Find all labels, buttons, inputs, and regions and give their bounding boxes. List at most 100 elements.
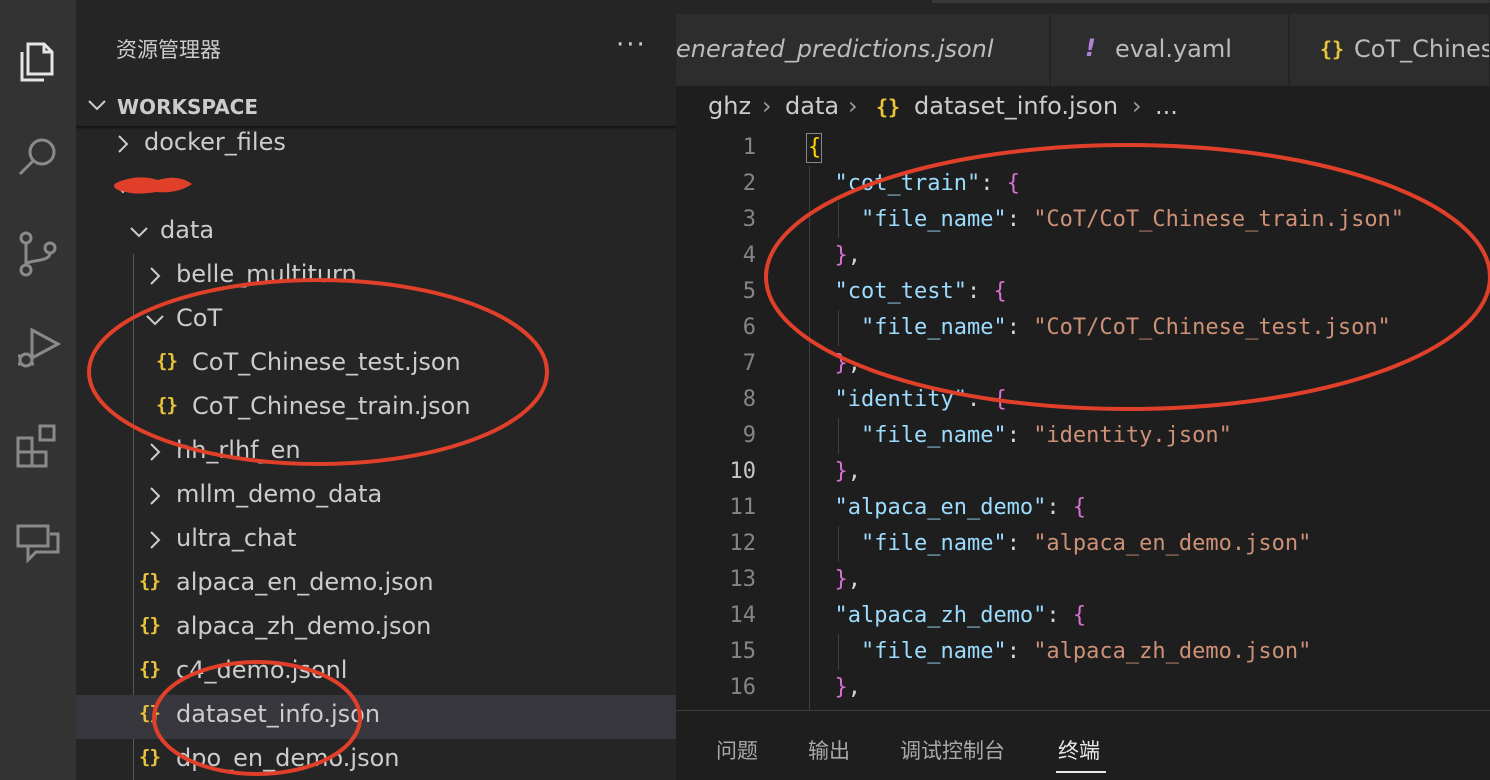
breadcrumb-item[interactable]: dataset_info.json (914, 92, 1118, 120)
code-text: }, (834, 351, 862, 376)
code-text: "file_name": "identity.json" (860, 423, 1232, 448)
explorer-icon[interactable] (0, 22, 76, 102)
line-number: 4 (742, 243, 756, 268)
tree-item-label: dataset_info.json (176, 700, 381, 728)
breadcrumb-separator-icon: › (848, 92, 858, 120)
code-line: 11 "alpaca_en_demo": { (676, 490, 1490, 526)
workspace-label: WORKSPACE (117, 95, 259, 119)
code-text: "cot_train": { (834, 171, 1020, 196)
tab-cot-chinese[interactable]: {} CoT_Chines (1290, 14, 1490, 86)
explorer-sidebar: 资源管理器 ··· WORKSPACE docker_files data be… (76, 0, 676, 780)
line-number: 8 (742, 387, 756, 412)
json-file-icon: {} (139, 702, 161, 724)
tree-item-redacted-folder[interactable] (76, 167, 676, 211)
chevron-down-icon (146, 315, 164, 326)
tree-item-cot[interactable]: CoT (76, 299, 676, 343)
chevron-down-icon (130, 227, 148, 238)
tab-label: CoT_Chines (1354, 35, 1490, 63)
tree-item-label: mllm_demo_data (176, 480, 383, 508)
json-file-icon: {} (1320, 37, 1345, 61)
code-line: 5 "cot_test": { (676, 274, 1490, 310)
tree-item-belle-multiturn[interactable]: belle_multiturn (76, 255, 676, 299)
tree-item-label: CoT (176, 304, 223, 332)
source-control-icon[interactable] (0, 214, 76, 294)
tree-item-ultra-chat[interactable]: ultra_chat (76, 519, 676, 563)
tree-item-mllm-demo-data[interactable]: mllm_demo_data (76, 475, 676, 519)
code-text: "file_name": "alpaca_zh_demo.json" (860, 639, 1312, 664)
tree-item-cot-chinese-test[interactable]: {} CoT_Chinese_test.json (76, 343, 676, 387)
code-line: 13 }, (676, 562, 1490, 598)
tab-generated-predictions[interactable]: enerated_predictions.jsonl (676, 14, 1050, 86)
chevron-right-icon (150, 267, 161, 285)
line-number: 16 (729, 675, 757, 700)
tab-output[interactable]: 输出 (808, 735, 850, 765)
code-line: 1 { (676, 130, 1490, 166)
activity-bar (0, 0, 76, 780)
tree-item-dataset-info[interactable]: {} dataset_info.json (76, 695, 676, 739)
code-text: "alpaca_zh_demo": { (834, 603, 1087, 628)
code-text: "cot_test": { (834, 279, 1007, 304)
remote-chat-icon[interactable] (0, 502, 76, 582)
code-line: 15 "file_name": "alpaca_zh_demo.json" (676, 634, 1490, 670)
breadcrumb-item[interactable]: data (785, 92, 839, 120)
line-number: 13 (729, 567, 757, 592)
tree-item-label: dpo_en_demo.json (176, 744, 400, 772)
search-icon[interactable] (0, 116, 76, 196)
more-actions-button[interactable]: ··· (616, 30, 647, 60)
tree-item-cot-chinese-train[interactable]: {} CoT_Chinese_train.json (76, 387, 676, 431)
active-tab-indicator (1056, 771, 1106, 773)
line-number: 7 (742, 351, 756, 376)
tree-item-alpaca-zh-demo[interactable]: {} alpaca_zh_demo.json (76, 607, 676, 651)
breadcrumb-item[interactable]: ... (1155, 92, 1178, 120)
yaml-file-icon: ! (1085, 34, 1096, 62)
line-number: 10 (729, 459, 757, 484)
tree-item-c4-demo[interactable]: {} c4_demo.jsonl (76, 651, 676, 695)
run-debug-icon[interactable] (0, 308, 76, 388)
tab-problems[interactable]: 问题 (716, 735, 758, 765)
json-file-icon: {} (139, 570, 161, 592)
code-line: 4 }, (676, 238, 1490, 274)
line-number: 5 (742, 279, 756, 304)
tab-debug-console[interactable]: 调试控制台 (900, 735, 1005, 765)
tree-item-label: c4_demo.jsonl (176, 656, 348, 684)
breadcrumb-item[interactable]: ghz (708, 92, 751, 120)
tree-item-label: docker_files (144, 128, 286, 156)
chevron-right-icon (150, 531, 161, 549)
chevron-right-icon (150, 487, 161, 505)
tree-item-label: belle_multiturn (176, 260, 357, 288)
code-text: "file_name": "CoT/CoT_Chinese_train.json… (860, 207, 1405, 232)
tree-item-data[interactable]: data (76, 211, 676, 255)
code-line: 7 }, (676, 346, 1490, 382)
code-editor[interactable]: 1 { 2 "cot_train": { 3 "file_name": "CoT… (676, 130, 1490, 710)
code-text: "file_name": "CoT/CoT_Chinese_test.json" (860, 315, 1391, 340)
extensions-icon[interactable] (0, 406, 76, 486)
line-number: 15 (729, 639, 757, 664)
code-line: 3 "file_name": "CoT/CoT_Chinese_train.js… (676, 202, 1490, 238)
code-line: 12 "file_name": "alpaca_en_demo.json" (676, 526, 1490, 562)
tree-item-dpo-en-demo[interactable]: {} dpo_en_demo.json (76, 739, 676, 780)
json-file-icon: {} (156, 350, 178, 372)
chevron-down-icon (114, 183, 132, 194)
code-text: "identity": { (834, 387, 1007, 412)
json-file-icon: {} (139, 614, 161, 636)
tab-eval-yaml[interactable]: ! eval.yaml (1051, 14, 1289, 86)
code-line: 8 "identity": { (676, 382, 1490, 418)
tree-item-docker-files[interactable]: docker_files (76, 123, 676, 167)
tree-item-hh-rlhf-en[interactable]: hh_rlhf_en (76, 431, 676, 475)
code-text: }, (834, 459, 862, 484)
line-number: 3 (742, 207, 756, 232)
code-line: 14 "alpaca_zh_demo": { (676, 598, 1490, 634)
code-text: }, (834, 243, 862, 268)
code-line: 6 "file_name": "CoT/CoT_Chinese_test.jso… (676, 310, 1490, 346)
line-number: 9 (742, 423, 756, 448)
code-text: "file_name": "alpaca_en_demo.json" (860, 531, 1312, 556)
chevron-right-icon (118, 135, 129, 153)
code-line: 9 "file_name": "identity.json" (676, 418, 1490, 454)
breadcrumb: ghz › data › {} dataset_info.json › ... (676, 86, 1490, 130)
tab-terminal[interactable]: 终端 (1058, 735, 1100, 765)
tree-item-label: hh_rlhf_en (176, 436, 301, 464)
tree-item-alpaca-en-demo[interactable]: {} alpaca_en_demo.json (76, 563, 676, 607)
workspace-header[interactable]: WORKSPACE (76, 86, 676, 126)
line-number: 11 (729, 495, 757, 520)
code-line-active: 10 }, (676, 454, 1490, 490)
